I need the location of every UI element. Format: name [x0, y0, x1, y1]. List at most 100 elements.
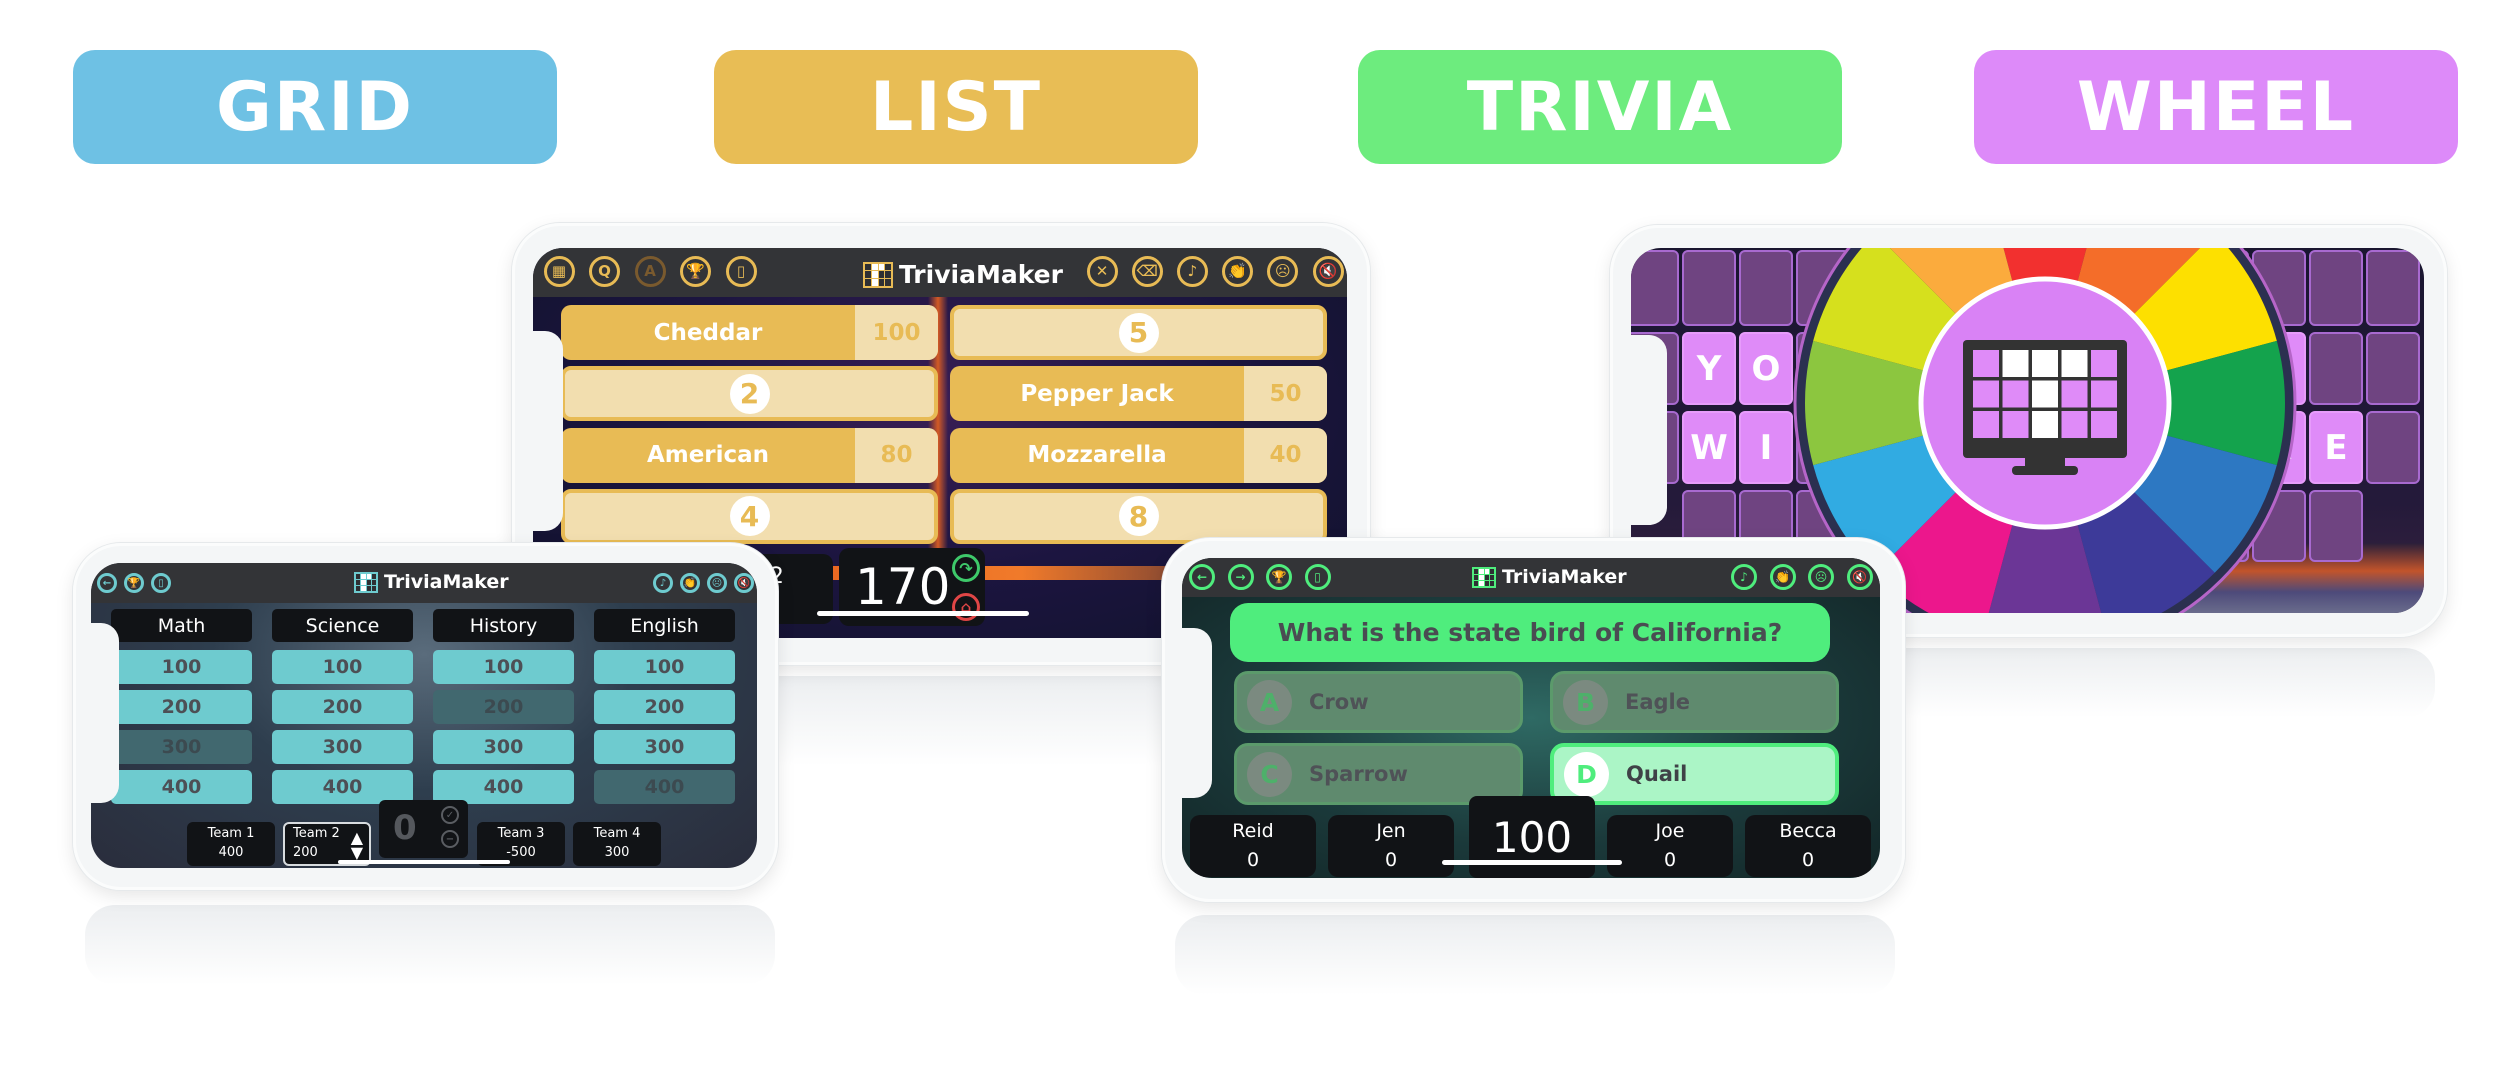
player-score: 0: [1384, 849, 1398, 871]
answer-row[interactable]: American 80: [561, 427, 938, 483]
question-cell[interactable]: 100: [433, 650, 574, 684]
music-icon[interactable]: ♪: [653, 573, 673, 593]
points-panel: 0 ✓ −: [379, 800, 468, 858]
brand-name: TriviaMaker: [1502, 566, 1627, 588]
trivia-screen: ← → 🏆 ▯ ♪ 👏 ☹ 🔇 TriviaMaker What is the state …: [1182, 558, 1880, 878]
logo-cell: [371, 573, 376, 579]
answer-row[interactable]: Mozzarella 40: [950, 427, 1327, 483]
team-name: Team 3: [497, 826, 545, 842]
logo-cell: [878, 271, 885, 278]
player-name: Jen: [1376, 819, 1406, 842]
mute-icon[interactable]: 🔇: [734, 573, 754, 593]
answer-option[interactable]: D Quail: [1550, 743, 1839, 805]
grid-phone: ← 🏆 ▯ ♪ 👏 ☹ 🔇 TriviaMaker Math 100 200 300 400 Sci…: [73, 543, 778, 890]
back-arrow-icon[interactable]: ←: [97, 573, 117, 593]
hidden-answer-row[interactable]: 4: [561, 488, 938, 544]
mute-icon[interactable]: 🔇: [1312, 255, 1344, 287]
mode-button-grid[interactable]: GRID: [73, 50, 557, 164]
question-cell[interactable]: 200: [594, 690, 735, 724]
answer-row[interactable]: Pepper Jack 50: [950, 366, 1327, 422]
logo-cell: [871, 263, 878, 271]
trophy-icon[interactable]: 🏆: [124, 573, 144, 593]
mode-button-list[interactable]: LIST: [714, 50, 1198, 164]
answer-row[interactable]: Cheddar 100: [561, 305, 938, 360]
logo-cell: [865, 278, 871, 286]
applause-icon[interactable]: 👏: [1769, 564, 1796, 590]
back-arrow-icon[interactable]: ←: [1189, 564, 1215, 590]
music-icon[interactable]: ♪: [1731, 564, 1757, 590]
team-score-box[interactable]: Team 1 400: [187, 822, 275, 866]
player-score-box[interactable]: Joe 0: [1607, 815, 1733, 877]
grid-icon[interactable]: ▦: [543, 255, 575, 287]
question-cell[interactable]: 200: [272, 690, 413, 724]
answer-points: 50: [1244, 366, 1327, 422]
exit-door-icon[interactable]: ▯: [725, 255, 757, 287]
sad-face-icon[interactable]: ☹: [1808, 564, 1834, 590]
hidden-answer-row[interactable]: 8: [950, 488, 1327, 544]
logo-cell: [356, 585, 361, 591]
logo-cell: [1479, 568, 1484, 574]
brand-name: TriviaMaker: [384, 571, 509, 593]
player-score-box[interactable]: Becca 0: [1745, 815, 1871, 877]
question-cell[interactable]: 400: [272, 770, 413, 804]
player-name: Becca: [1779, 819, 1837, 842]
hidden-answer-row[interactable]: 5: [950, 305, 1327, 360]
clear-x-icon[interactable]: ⌫: [1131, 255, 1163, 287]
player-name: Joe: [1655, 819, 1685, 842]
question-cell: 200: [433, 690, 574, 724]
question-cell[interactable]: 200: [111, 690, 252, 724]
applause-icon[interactable]: 👏: [680, 573, 700, 593]
logo-cell: [1479, 580, 1484, 586]
question-cell[interactable]: 100: [111, 650, 252, 684]
logo-cell: [371, 585, 376, 591]
category-header: Math: [111, 609, 252, 642]
logo-cell: [1474, 574, 1479, 580]
hidden-answer-row[interactable]: 2: [561, 366, 938, 422]
check-icon[interactable]: ✓: [441, 806, 459, 824]
answer-option[interactable]: A Crow: [1234, 671, 1523, 733]
brand-logo: TriviaMaker: [863, 260, 1063, 289]
grid-phone-reflection: [85, 905, 775, 985]
home-indicator: [1442, 860, 1622, 865]
player-score-box[interactable]: Jen 0: [1328, 815, 1454, 877]
logo-cell: [878, 263, 885, 271]
question-cell: 300: [111, 730, 252, 764]
answer-icon[interactable]: A: [634, 255, 666, 287]
question-cell[interactable]: 400: [433, 770, 574, 804]
team-score-box[interactable]: Team 4 300: [573, 822, 661, 866]
question-cell[interactable]: 300: [433, 730, 574, 764]
question-icon[interactable]: Q: [589, 255, 620, 287]
broom-icon[interactable]: ⌂: [952, 593, 980, 621]
player-score-box[interactable]: Reid 0: [1190, 815, 1316, 877]
mode-button-trivia[interactable]: TRIVIA: [1358, 50, 1842, 164]
team-score: -500: [506, 845, 536, 860]
answer-option[interactable]: B Eagle: [1550, 671, 1839, 733]
logo-cell: [361, 585, 366, 591]
question-cell[interactable]: 100: [594, 650, 735, 684]
trivia-maker-logo-icon: [1472, 566, 1496, 588]
mode-label: TRIVIA: [1466, 67, 1734, 147]
sad-face-icon[interactable]: ☹: [707, 573, 727, 593]
team-score: 300: [604, 845, 630, 860]
player-name: Reid: [1232, 819, 1274, 842]
mute-icon[interactable]: 🔇: [1846, 564, 1873, 590]
mode-button-wheel[interactable]: WHEEL: [1974, 50, 2458, 164]
music-icon[interactable]: ♪: [1176, 255, 1208, 287]
sad-face-icon[interactable]: ☹: [1267, 255, 1299, 287]
trophy-icon[interactable]: 🏆: [1266, 564, 1292, 590]
question-cell[interactable]: 400: [111, 770, 252, 804]
question-cell[interactable]: 300: [272, 730, 413, 764]
trophy-icon[interactable]: 🏆: [680, 255, 711, 287]
question-cell[interactable]: 100: [272, 650, 413, 684]
minus-icon[interactable]: −: [441, 830, 459, 848]
applause-icon[interactable]: 👏: [1222, 255, 1254, 287]
award-arrow-icon[interactable]: ↷: [952, 554, 980, 582]
exit-door-icon[interactable]: ▯: [1304, 564, 1331, 590]
exit-door-icon[interactable]: ▯: [151, 573, 171, 593]
question-cell[interactable]: 300: [594, 730, 735, 764]
forward-arrow-icon[interactable]: →: [1227, 564, 1254, 590]
brand-logo: TriviaMaker: [1472, 566, 1627, 588]
answer-text: Pepper Jack: [1020, 380, 1174, 407]
strikes-icon[interactable]: ✕: [1086, 255, 1118, 287]
logo-cell: [1474, 568, 1479, 574]
